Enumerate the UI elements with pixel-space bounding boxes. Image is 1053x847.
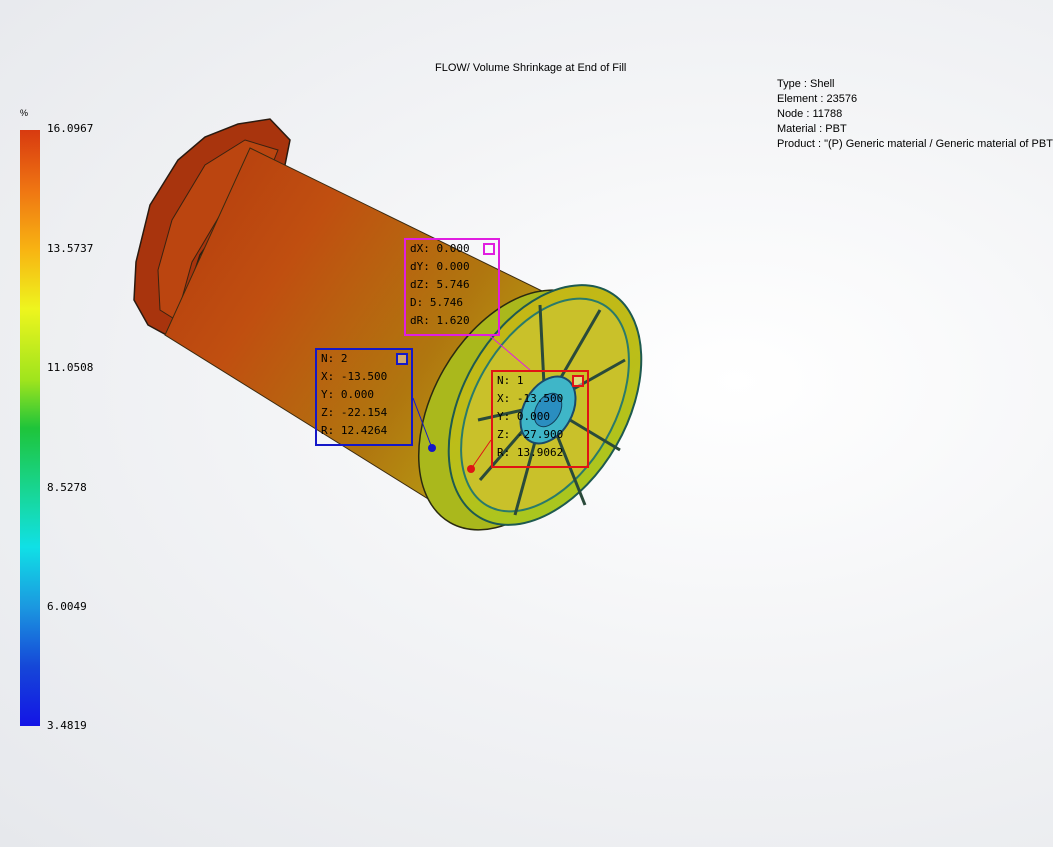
probe-line: X: -13.500	[321, 370, 388, 383]
probe-node-1-box[interactable]: N: 1 X: -13.500 Y: 0.000 Z: -27.900 R: 1…	[491, 370, 589, 468]
probe-line: dR: 1.620	[410, 314, 470, 327]
probe-line: Y: 0.000	[321, 388, 374, 401]
node-2-marker	[428, 444, 436, 452]
node-1-marker	[467, 465, 475, 473]
probe-line: Z: -27.900	[497, 428, 564, 441]
probe-line: D: 5.746	[410, 296, 463, 309]
probe-delta-box[interactable]: dX: 0.000 dY: 0.000 dZ: 5.746 D: 5.746 d…	[404, 238, 500, 336]
probe-line: dY: 0.000	[410, 260, 470, 273]
probe-pin-toggle[interactable]	[396, 353, 408, 365]
probe-line: N: 1	[497, 374, 524, 387]
probe-line: X: -13.500	[497, 392, 564, 405]
probe-line: R: 12.4264	[321, 424, 388, 437]
probe-line: dZ: 5.746	[410, 278, 470, 291]
probe-line: Z: -22.154	[321, 406, 388, 419]
probe-line: Y: 0.000	[497, 410, 550, 423]
probe-node-2-box[interactable]: N: 2 X: -13.500 Y: 0.000 Z: -22.154 R: 1…	[315, 348, 413, 446]
probe-line: dX: 0.000	[410, 242, 470, 255]
probe-line: N: 2	[321, 352, 348, 365]
probe-line: R: 13.9062	[497, 446, 564, 459]
probe-pin-toggle[interactable]	[572, 375, 584, 387]
probe-pin-toggle[interactable]	[483, 243, 495, 255]
